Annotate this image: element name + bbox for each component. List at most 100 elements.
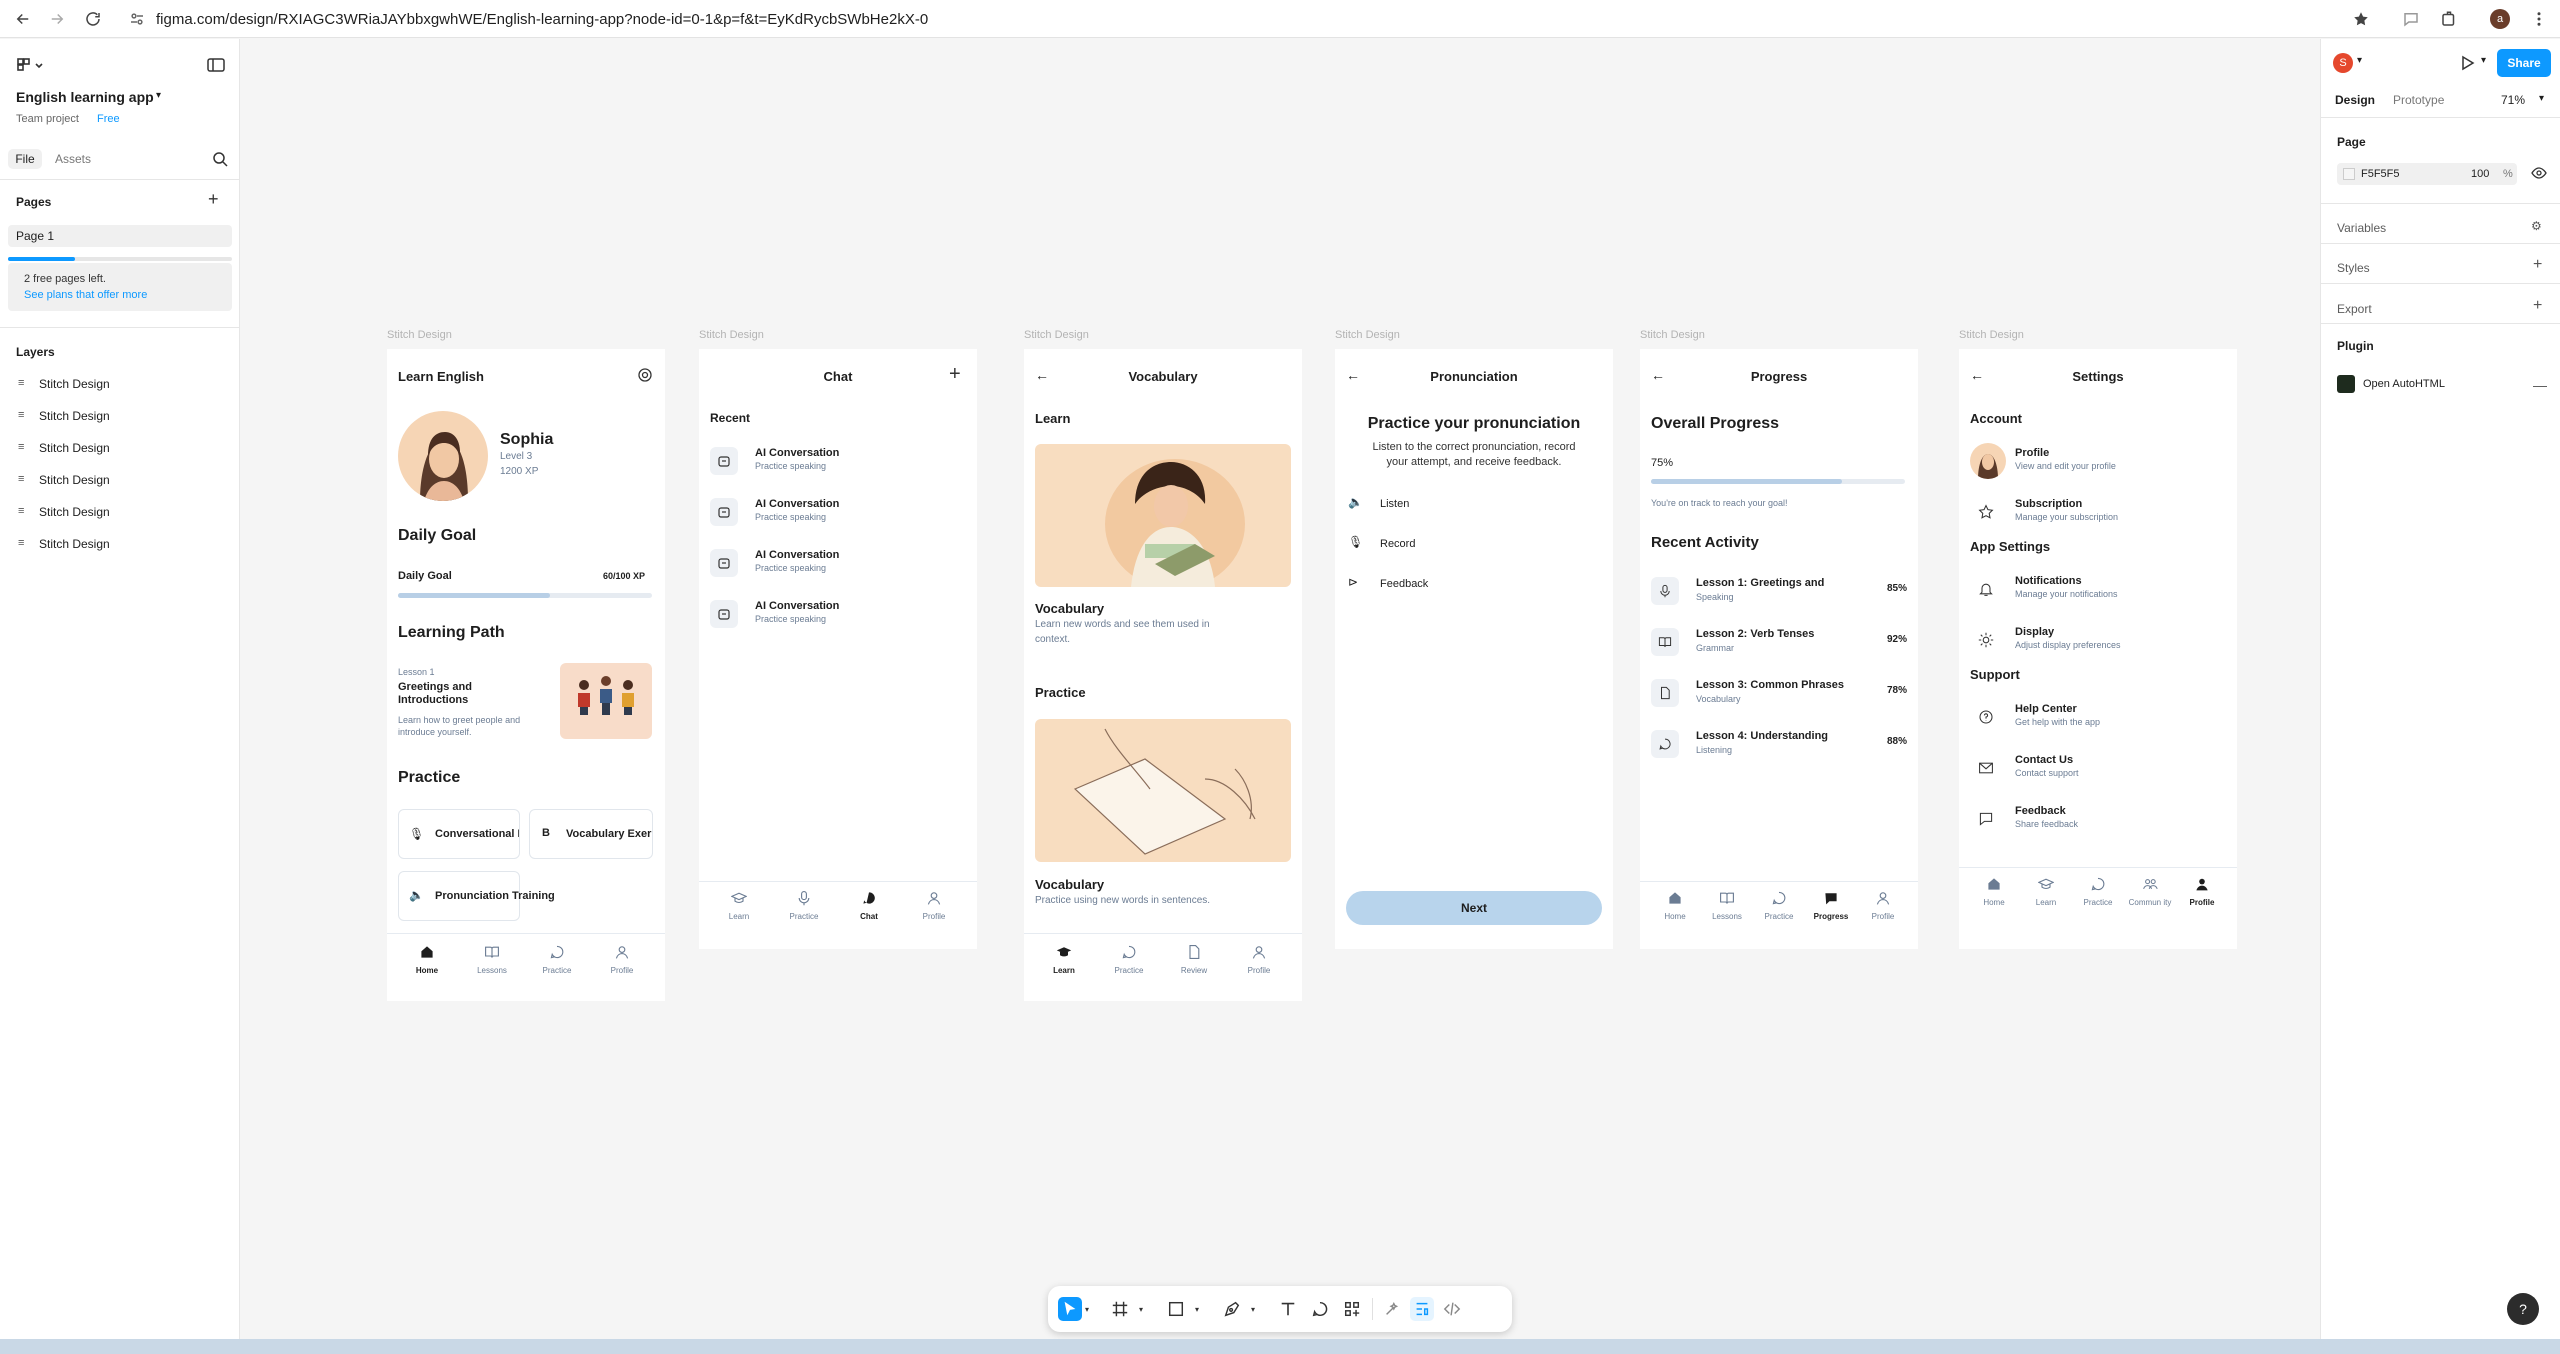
components-tool-icon[interactable]	[1340, 1297, 1364, 1321]
layer-item[interactable]: ≡ Stitch Design	[0, 369, 240, 397]
practice-card[interactable]: 🎙 Conversational I	[398, 809, 520, 859]
frame-label[interactable]: Stitch Design	[1335, 329, 1400, 341]
text-tool-icon[interactable]	[1276, 1297, 1300, 1321]
color-swatch[interactable]	[2343, 168, 2355, 180]
progress-screen[interactable]: ← Progress Overall Progress 75% You're o…	[1640, 349, 1918, 949]
settings-row[interactable]: Profile View and edit your profile	[1970, 443, 2226, 479]
nav-item-profile[interactable]: Profile	[597, 944, 647, 976]
settings-row[interactable]: Notifications Manage your notifications	[1970, 571, 2226, 607]
home-screen[interactable]: Learn English Sophia Level 3 1200 XP Dai…	[387, 349, 665, 1001]
nav-item-profile[interactable]: Profile	[1234, 944, 1284, 976]
settings-row[interactable]: Help Center Get help with the app	[1970, 699, 2226, 735]
chevron-down-icon[interactable]: ▾	[1192, 1297, 1202, 1321]
settings-screen[interactable]: ← Settings Account App Settings Support …	[1959, 349, 2237, 949]
nav-item-chat[interactable]: Chat	[844, 890, 894, 922]
chevron-down-icon[interactable]: ▾	[156, 90, 161, 101]
move-tool-icon[interactable]	[1058, 1297, 1082, 1321]
frame-label[interactable]: Stitch Design	[1024, 329, 1089, 341]
forward-icon[interactable]	[46, 8, 68, 30]
plugin-name[interactable]: Open AutoHTML	[2363, 378, 2445, 390]
chevron-down-icon[interactable]: ▾	[1248, 1297, 1258, 1321]
record-option[interactable]: 🎙 Record	[1346, 535, 1596, 555]
zoom-level[interactable]: 71%	[2501, 93, 2525, 107]
nav-item-learn[interactable]: Learn	[714, 890, 764, 922]
nav-item-profile[interactable]: Profile	[909, 890, 959, 922]
sidebar-toggle-icon[interactable]	[206, 55, 226, 75]
next-button[interactable]: Next	[1346, 891, 1602, 925]
add-style-icon[interactable]: +	[2533, 256, 2542, 274]
lesson-title[interactable]: Greetings and	[398, 681, 472, 693]
layer-item[interactable]: ≡ Stitch Design	[0, 401, 240, 429]
vocabulary-illustration[interactable]	[1035, 444, 1291, 587]
tab-assets[interactable]: Assets	[55, 152, 91, 166]
nav-item-learn[interactable]: Learn	[1039, 944, 1089, 976]
nav-item-learn[interactable]: Learn	[2021, 876, 2071, 908]
profile-avatar[interactable]: a	[2490, 9, 2510, 29]
variables-settings-icon[interactable]: ⚙	[2531, 219, 2542, 233]
nav-item-practice[interactable]: Practice	[1754, 890, 1804, 922]
page-color-field[interactable]: F5F5F5 100 %	[2337, 163, 2517, 185]
list-item[interactable]: AI Conversation Practice speaking	[710, 494, 966, 530]
lesson-title[interactable]: Introductions	[398, 694, 468, 706]
gear-icon[interactable]	[637, 367, 653, 383]
settings-row[interactable]: Subscription Manage your subscription	[1970, 494, 2226, 530]
chevron-down-icon[interactable]: ▾	[1136, 1297, 1146, 1321]
frame-label[interactable]: Stitch Design	[1640, 329, 1705, 341]
search-icon[interactable]	[212, 151, 228, 167]
settings-row[interactable]: Feedback Share feedback	[1970, 801, 2226, 837]
ai-tool-icon[interactable]	[1380, 1297, 1404, 1321]
list-item[interactable]: AI Conversation Practice speaking	[710, 596, 966, 632]
nav-item-practice[interactable]: Practice	[532, 944, 582, 976]
practice-card[interactable]: 🔈 Pronunciation Training	[398, 871, 555, 921]
layer-item[interactable]: ≡ Stitch Design	[0, 497, 240, 525]
styles-section[interactable]: Styles	[2337, 261, 2370, 275]
comment-tool-icon[interactable]	[1308, 1297, 1332, 1321]
nav-item-review[interactable]: Review	[1169, 944, 1219, 976]
plan-badge[interactable]: Free	[97, 113, 120, 125]
layer-item[interactable]: ≡ Stitch Design	[0, 529, 240, 557]
tab-design[interactable]: Design	[2335, 93, 2375, 107]
figma-menu-icon[interactable]	[16, 57, 46, 75]
activity-row[interactable]: Lesson 1: Greetings and Speaking 85%	[1651, 573, 1907, 609]
layer-item[interactable]: ≡ Stitch Design	[0, 465, 240, 493]
menu-icon[interactable]	[2528, 8, 2550, 30]
export-section[interactable]: Export	[2337, 302, 2372, 316]
chat-bubble-icon[interactable]	[2400, 8, 2422, 30]
chevron-down-icon[interactable]: ▾	[2481, 55, 2486, 66]
add-page-icon[interactable]: +	[208, 189, 219, 210]
file-name[interactable]: English learning app	[16, 89, 154, 105]
nav-item-profile[interactable]: Profile	[2177, 876, 2227, 908]
pen-tool-icon[interactable]	[1220, 1297, 1244, 1321]
play-icon[interactable]	[2457, 53, 2477, 73]
site-info-icon[interactable]	[126, 8, 148, 30]
chevron-down-icon[interactable]: ▾	[1082, 1297, 1092, 1321]
opacity-value[interactable]: 100	[2471, 168, 2489, 180]
code-icon[interactable]	[1440, 1297, 1464, 1321]
add-icon[interactable]: +	[949, 363, 961, 386]
page-item[interactable]: Page 1	[8, 225, 232, 247]
remove-plugin-icon[interactable]: —	[2533, 377, 2547, 393]
address-bar[interactable]: figma.com/design/RXIAGC3WRiaJAYbbxgwhWE/…	[156, 4, 2396, 34]
plans-link[interactable]: See plans that offer more	[24, 289, 147, 301]
reload-icon[interactable]	[82, 8, 104, 30]
settings-row[interactable]: Display Adjust display preferences	[1970, 622, 2226, 658]
eye-icon[interactable]	[2531, 165, 2547, 181]
list-item[interactable]: AI Conversation Practice speaking	[710, 443, 966, 479]
chevron-down-icon[interactable]: ▾	[2539, 93, 2544, 104]
chevron-down-icon[interactable]: ▾	[2357, 55, 2362, 66]
frame-tool-icon[interactable]	[1108, 1297, 1132, 1321]
add-export-icon[interactable]: +	[2533, 297, 2542, 315]
dev-mode-grid-icon[interactable]	[1410, 1297, 1434, 1321]
nav-item-profile[interactable]: Profile	[1858, 890, 1908, 922]
activity-row[interactable]: Lesson 4: Understanding Listening 88%	[1651, 726, 1907, 762]
nav-item-home[interactable]: Home	[1969, 876, 2019, 908]
color-hex[interactable]: F5F5F5	[2361, 168, 2400, 180]
frame-label[interactable]: Stitch Design	[387, 329, 452, 341]
nav-item-community[interactable]: Commun ity	[2125, 876, 2175, 908]
design-canvas[interactable]: Stitch Design Stitch Design Stitch Desig…	[241, 39, 2319, 1339]
variables-section[interactable]: Variables	[2337, 221, 2386, 235]
settings-row[interactable]: Contact Us Contact support	[1970, 750, 2226, 786]
user-avatar[interactable]: S	[2333, 53, 2353, 73]
nav-item-practice[interactable]: Practice	[1104, 944, 1154, 976]
nav-item-home[interactable]: Home	[402, 944, 452, 976]
